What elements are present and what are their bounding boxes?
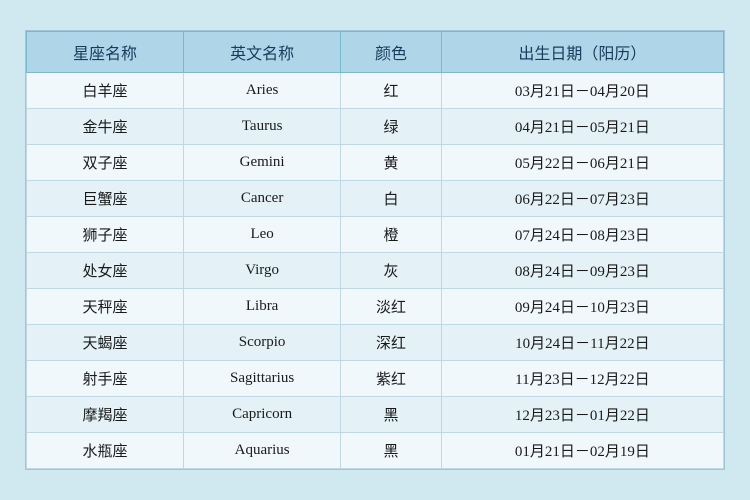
cell-5-3: 08月24日－09月23日 [441, 253, 723, 289]
table-row: 狮子座Leo橙07月24日－08月23日 [27, 217, 724, 253]
cell-6-1: Libra [183, 289, 340, 325]
cell-2-0: 双子座 [27, 145, 184, 181]
cell-4-3: 07月24日－08月23日 [441, 217, 723, 253]
cell-0-1: Aries [183, 73, 340, 109]
cell-1-0: 金牛座 [27, 109, 184, 145]
cell-8-0: 射手座 [27, 361, 184, 397]
cell-5-2: 灰 [341, 253, 442, 289]
cell-10-1: Aquarius [183, 433, 340, 469]
cell-6-2: 淡红 [341, 289, 442, 325]
cell-1-1: Taurus [183, 109, 340, 145]
cell-9-2: 黑 [341, 397, 442, 433]
cell-4-1: Leo [183, 217, 340, 253]
table-row: 金牛座Taurus绿04月21日－05月21日 [27, 109, 724, 145]
cell-4-2: 橙 [341, 217, 442, 253]
zodiac-table: 星座名称英文名称颜色出生日期（阳历） 白羊座Aries红03月21日－04月20… [26, 31, 724, 469]
cell-6-0: 天秤座 [27, 289, 184, 325]
cell-3-1: Cancer [183, 181, 340, 217]
cell-7-0: 天蝎座 [27, 325, 184, 361]
cell-8-3: 11月23日－12月22日 [441, 361, 723, 397]
table-row: 摩羯座Capricorn黑12月23日－01月22日 [27, 397, 724, 433]
cell-5-0: 处女座 [27, 253, 184, 289]
cell-2-3: 05月22日－06月21日 [441, 145, 723, 181]
table-body: 白羊座Aries红03月21日－04月20日金牛座Taurus绿04月21日－0… [27, 73, 724, 469]
column-header: 星座名称 [27, 32, 184, 73]
cell-7-1: Scorpio [183, 325, 340, 361]
table-header-row: 星座名称英文名称颜色出生日期（阳历） [27, 32, 724, 73]
cell-0-2: 红 [341, 73, 442, 109]
table-row: 白羊座Aries红03月21日－04月20日 [27, 73, 724, 109]
cell-10-3: 01月21日－02月19日 [441, 433, 723, 469]
cell-1-2: 绿 [341, 109, 442, 145]
cell-6-3: 09月24日－10月23日 [441, 289, 723, 325]
cell-8-1: Sagittarius [183, 361, 340, 397]
cell-9-0: 摩羯座 [27, 397, 184, 433]
cell-8-2: 紫红 [341, 361, 442, 397]
cell-0-0: 白羊座 [27, 73, 184, 109]
table-row: 处女座Virgo灰08月24日－09月23日 [27, 253, 724, 289]
cell-7-3: 10月24日－11月22日 [441, 325, 723, 361]
table-row: 天秤座Libra淡红09月24日－10月23日 [27, 289, 724, 325]
cell-3-3: 06月22日－07月23日 [441, 181, 723, 217]
cell-3-0: 巨蟹座 [27, 181, 184, 217]
column-header: 颜色 [341, 32, 442, 73]
table-row: 双子座Gemini黄05月22日－06月21日 [27, 145, 724, 181]
cell-10-0: 水瓶座 [27, 433, 184, 469]
cell-5-1: Virgo [183, 253, 340, 289]
column-header: 英文名称 [183, 32, 340, 73]
table-row: 水瓶座Aquarius黑01月21日－02月19日 [27, 433, 724, 469]
column-header: 出生日期（阳历） [441, 32, 723, 73]
cell-9-1: Capricorn [183, 397, 340, 433]
cell-2-2: 黄 [341, 145, 442, 181]
cell-9-3: 12月23日－01月22日 [441, 397, 723, 433]
cell-7-2: 深红 [341, 325, 442, 361]
cell-0-3: 03月21日－04月20日 [441, 73, 723, 109]
cell-4-0: 狮子座 [27, 217, 184, 253]
cell-3-2: 白 [341, 181, 442, 217]
cell-1-3: 04月21日－05月21日 [441, 109, 723, 145]
zodiac-table-container: 星座名称英文名称颜色出生日期（阳历） 白羊座Aries红03月21日－04月20… [25, 30, 725, 470]
cell-2-1: Gemini [183, 145, 340, 181]
cell-10-2: 黑 [341, 433, 442, 469]
table-row: 天蝎座Scorpio深红10月24日－11月22日 [27, 325, 724, 361]
table-row: 射手座Sagittarius紫红11月23日－12月22日 [27, 361, 724, 397]
table-row: 巨蟹座Cancer白06月22日－07月23日 [27, 181, 724, 217]
